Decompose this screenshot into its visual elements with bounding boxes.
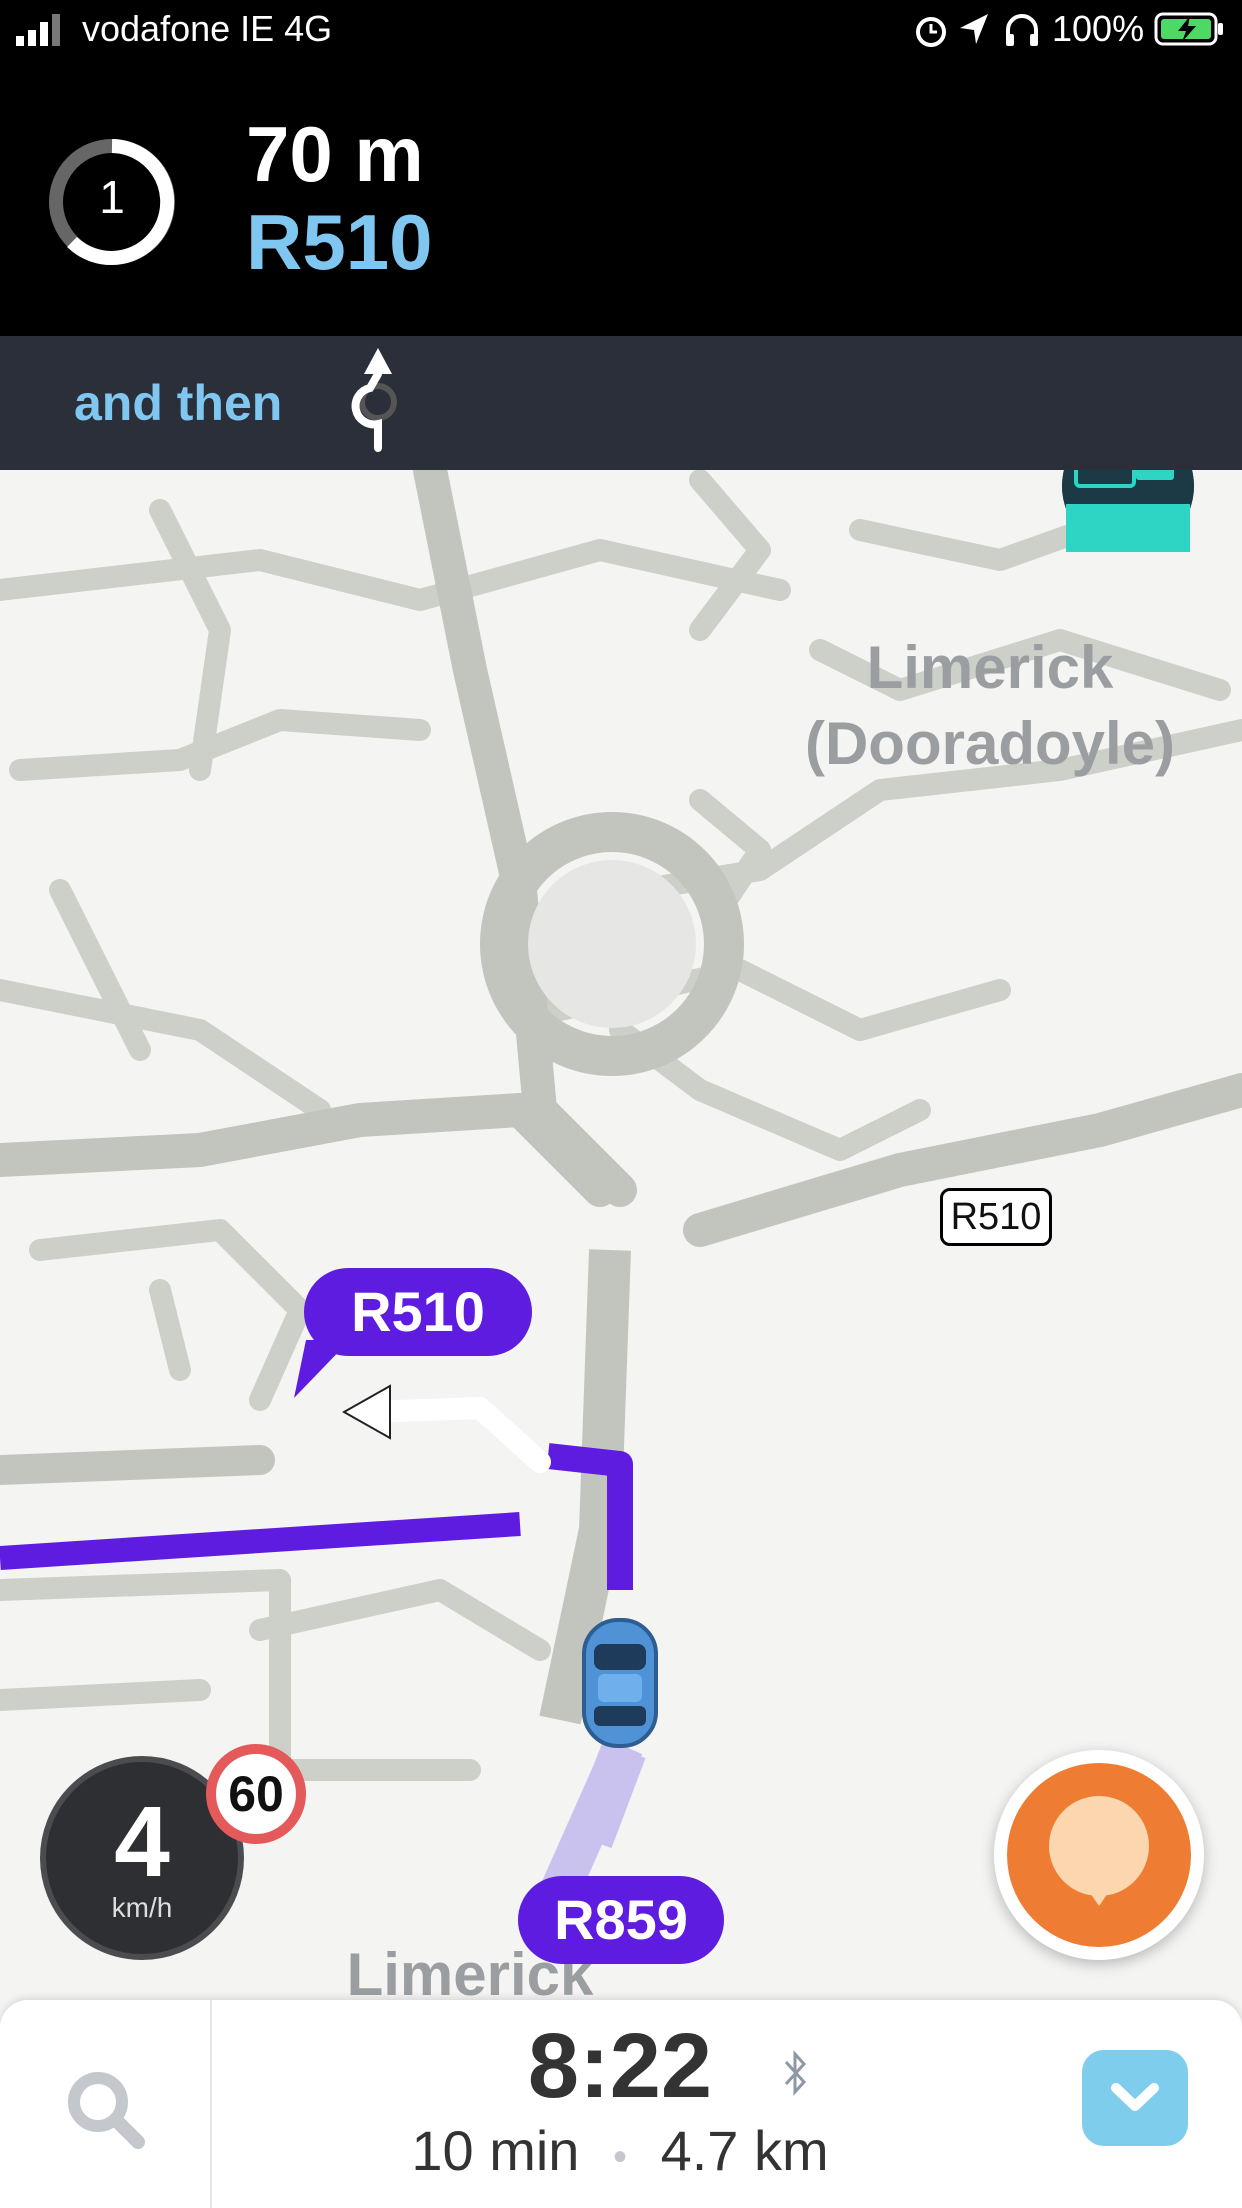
bluetooth-icon	[784, 2050, 807, 2096]
next-road-name: R510	[246, 198, 433, 286]
headphones-icon	[1006, 14, 1038, 46]
speed-limit-sign: 60	[206, 1744, 306, 1844]
eta-time: 8:22	[527, 2015, 713, 2117]
signal-icon	[16, 14, 60, 46]
next-instruction-bar[interactable]: and then	[0, 336, 1242, 470]
turn-instruction-panel[interactable]: 1 70 m R510	[0, 60, 1242, 336]
tunein-pro-button[interactable]	[1062, 470, 1194, 552]
battery-icon	[1154, 12, 1223, 46]
carrier-label: vodafone IE 4G	[82, 8, 333, 49]
tunein-logo-icon	[1062, 470, 1194, 552]
trip-info: 10 min • 4.7 km	[300, 2118, 940, 2183]
location-arrow-icon	[960, 14, 988, 44]
trip-summary-bar[interactable]: 8:22 10 min • 4.7 km	[0, 2000, 1242, 2208]
exit-number: 1	[99, 171, 125, 223]
report-pin-icon	[1007, 1763, 1191, 1947]
route-label-pointer	[294, 1340, 350, 1398]
search-button[interactable]	[0, 2000, 212, 2208]
search-icon	[68, 2072, 145, 2149]
distance-to-turn: 70 m	[246, 110, 424, 198]
alarm-icon	[916, 17, 946, 47]
chevron-down-icon	[1111, 2083, 1159, 2111]
status-bar: vodafone IE 4G 100%	[0, 0, 1242, 60]
route-label-current: R859	[518, 1876, 724, 1964]
roundabout-turn-icon	[351, 348, 397, 452]
trip-duration: 10 min	[411, 2119, 580, 2182]
then-label: and then	[74, 375, 283, 431]
trip-distance: 4.7 km	[660, 2119, 829, 2182]
report-button[interactable]	[994, 1750, 1204, 1960]
trip-separator: •	[613, 2135, 628, 2179]
area-label: Limerick (Dooradoyle)	[804, 634, 1176, 777]
road-sign: R510	[940, 1188, 1052, 1246]
expand-button[interactable]	[1082, 2050, 1188, 2146]
speed-unit: km/h	[111, 1892, 173, 1923]
battery-percentage: 100%	[1052, 8, 1145, 49]
car-icon	[582, 1618, 658, 1748]
